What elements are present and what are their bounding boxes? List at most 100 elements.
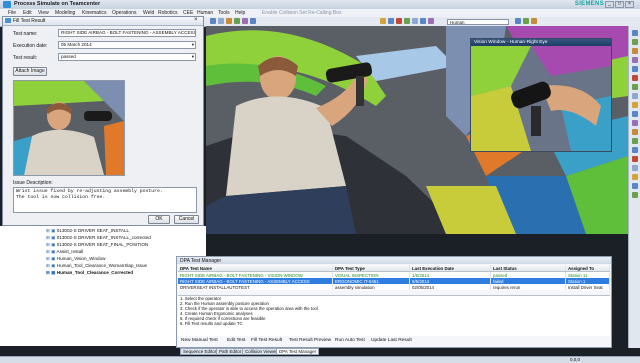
zoom-out-icon[interactable] [632, 165, 638, 171]
hide-icon[interactable] [632, 84, 638, 90]
pan-icon[interactable] [234, 18, 240, 24]
tree-item[interactable]: ⊞ ▣ Human_Tool_Clearance_WomanSlap_Issue [46, 263, 147, 269]
table-cell: DRIVERSEAT INSTALLAUTOTEST [178, 284, 333, 290]
grasp-icon[interactable] [531, 18, 537, 24]
tab-path-editor[interactable]: Path Editor [216, 348, 245, 355]
chevron-down-icon[interactable]: ▾ [192, 42, 194, 48]
tree-item-label: Human_Vision_Window [56, 256, 106, 261]
update-last-result-button[interactable]: Update Last Result [371, 338, 412, 343]
dialog-title: Fill Test Result [13, 18, 46, 24]
collision-icon[interactable] [396, 18, 402, 24]
human-icon[interactable] [515, 18, 521, 24]
tab-collision-viewer[interactable]: Collision Viewer [242, 348, 280, 355]
tree-item[interactable]: ⊞ ▣ Human_Vision_Window [46, 256, 105, 262]
vision-window-titlebar[interactable]: Vision Window - Human-Right Eye [471, 39, 611, 46]
rotate-icon[interactable] [226, 18, 232, 24]
dialog-icon [5, 18, 11, 23]
bottom-tabs: Sequence Editor Path Editor Collision Vi… [176, 348, 476, 356]
tab-dpa-test-manager[interactable]: DPA Test Manager [276, 348, 320, 355]
new-manual-test-button[interactable]: New Manual Test [181, 338, 218, 343]
test-result-select[interactable]: passed ▾ [58, 53, 196, 61]
run-auto-test-button[interactable]: Run Auto Test [335, 338, 365, 343]
display-icon[interactable] [632, 111, 638, 117]
placement-icon[interactable] [380, 18, 386, 24]
tree-item[interactable]: ⊞ ▣ 013002-S DRIVER SEAT_INSTALL [46, 228, 129, 234]
wireframe-icon[interactable] [632, 75, 638, 81]
maximize-button[interactable]: □ [615, 1, 624, 8]
render-icon[interactable] [428, 18, 434, 24]
vision-window[interactable]: Vision Window - Human-Right Eye [470, 38, 612, 152]
cancel-button[interactable]: Cancel [174, 215, 199, 224]
issue-description-textarea[interactable]: Wrist issue fixed by re-adjusting assemb… [13, 187, 197, 213]
test-result-preview-button[interactable]: Test Result Preview [289, 338, 331, 343]
view-icon[interactable] [250, 18, 256, 24]
minimize-button[interactable]: _ [605, 1, 614, 8]
right-toolbar [628, 26, 640, 348]
test-step: 6. Fill Test results and update TC [180, 321, 243, 326]
tree-item[interactable]: ⊞ ▣ Human_Tool_Clearance_Corrected [46, 270, 133, 276]
app-title: Process Simulate on Teamcenter [14, 1, 101, 7]
measure-icon[interactable] [404, 18, 410, 24]
toolbar-hint: Enable Collision Set Re-Calling Box [262, 10, 342, 16]
table-cell: Install Driver Seat [565, 284, 610, 290]
zoom-fit-icon[interactable] [632, 147, 638, 153]
title-bar: Process Simulate on Teamcenter SIEMENS _… [0, 0, 640, 9]
table-cell: 02/05/2014 [409, 284, 491, 290]
select-icon[interactable] [210, 18, 216, 24]
test-name-label: Test name: [13, 31, 38, 37]
tree-item-label: 013002-S DRIVER SEAT_FINAL_POSITION [56, 242, 149, 247]
dialog-titlebar[interactable]: Fill Test Result × [3, 17, 203, 26]
object-combo[interactable]: Human [447, 19, 509, 25]
test-name-field[interactable]: RIGHT SIDE AIRBAG - BOLT FASTENING - ASS… [58, 29, 196, 37]
execution-date-picker[interactable]: 05 March 2014 ▾ [58, 41, 196, 49]
test-steps-panel: 1. Select the operator 2. Run the Human … [178, 295, 610, 336]
section-plane-icon[interactable] [632, 138, 638, 144]
tree-item-label: Human_Tool_Clearance_WomanSlap_Issue [56, 263, 148, 268]
tree-item[interactable]: ⊞ ▣ 013002-S DRIVER SEAT_FINAL_POSITION [46, 242, 148, 248]
close-button[interactable]: × [625, 1, 634, 8]
attach-image-button[interactable]: Attach Image [13, 67, 47, 76]
edit-test-button[interactable]: Edit Test [227, 338, 245, 343]
camera-icon[interactable] [420, 18, 426, 24]
vision-render [471, 46, 611, 151]
menu-help[interactable]: Help [235, 10, 245, 16]
brand-logo: SIEMENS [574, 1, 604, 7]
tree-item-label: Human_Tool_Clearance_Corrected [56, 270, 133, 275]
tab-sequence-editor[interactable]: Sequence Editor [180, 348, 220, 355]
snapshot-icon[interactable] [632, 192, 638, 198]
fill-test-result-button[interactable]: Fill Test Result [251, 338, 282, 343]
section-icon[interactable] [412, 18, 418, 24]
color-icon[interactable] [632, 120, 638, 126]
dialog-close-icon[interactable]: × [194, 17, 198, 23]
chevron-down-icon[interactable]: ▾ [192, 54, 194, 60]
show-icon[interactable] [632, 93, 638, 99]
table-cell: assembly simulation [332, 284, 410, 290]
tree-item[interactable]: ⊞ ▣ 013002-S DRIVER SEAT_INSTALL_correct… [46, 235, 151, 241]
fit-icon[interactable] [242, 18, 248, 24]
blank-icon[interactable] [632, 102, 638, 108]
view-front-icon[interactable] [632, 30, 638, 36]
view-iso-icon[interactable] [632, 57, 638, 63]
fill-test-result-dialog: Fill Test Result × Test name: RIGHT SIDE… [2, 16, 204, 226]
execution-date-label: Execution date: [13, 43, 48, 49]
shading-icon[interactable] [632, 66, 638, 72]
test-table: DPA Test Name DPA Test Type Last Executi… [178, 265, 610, 290]
transparency-icon[interactable] [632, 129, 638, 135]
table-row[interactable]: DRIVERSEAT INSTALLAUTOTEST assembly simu… [178, 284, 610, 290]
ok-button[interactable]: OK [148, 215, 170, 224]
status-coords: 0,0,0 [569, 357, 580, 362]
pick-level-icon[interactable] [632, 174, 638, 180]
snap-icon[interactable] [388, 18, 394, 24]
issue-description-label: Issue Description: [13, 180, 53, 186]
filter-icon[interactable] [632, 183, 638, 189]
posture-icon[interactable] [523, 18, 529, 24]
test-manager-titlebar: DPA Test Manager [177, 257, 611, 264]
tree-item[interactable]: ⊞ ▣ Assist_Install [46, 249, 83, 255]
view-side-icon[interactable] [632, 48, 638, 54]
zoom-icon[interactable] [218, 18, 224, 24]
menu-tools[interactable]: Tools [218, 10, 230, 16]
execution-date-value: 05 March 2014 [61, 42, 92, 47]
table-cell: RIGHT SIDE AIRBAG - BOLT FASTENING - ASS… [178, 278, 333, 284]
view-top-icon[interactable] [632, 39, 638, 45]
zoom-in-icon[interactable] [632, 156, 638, 162]
